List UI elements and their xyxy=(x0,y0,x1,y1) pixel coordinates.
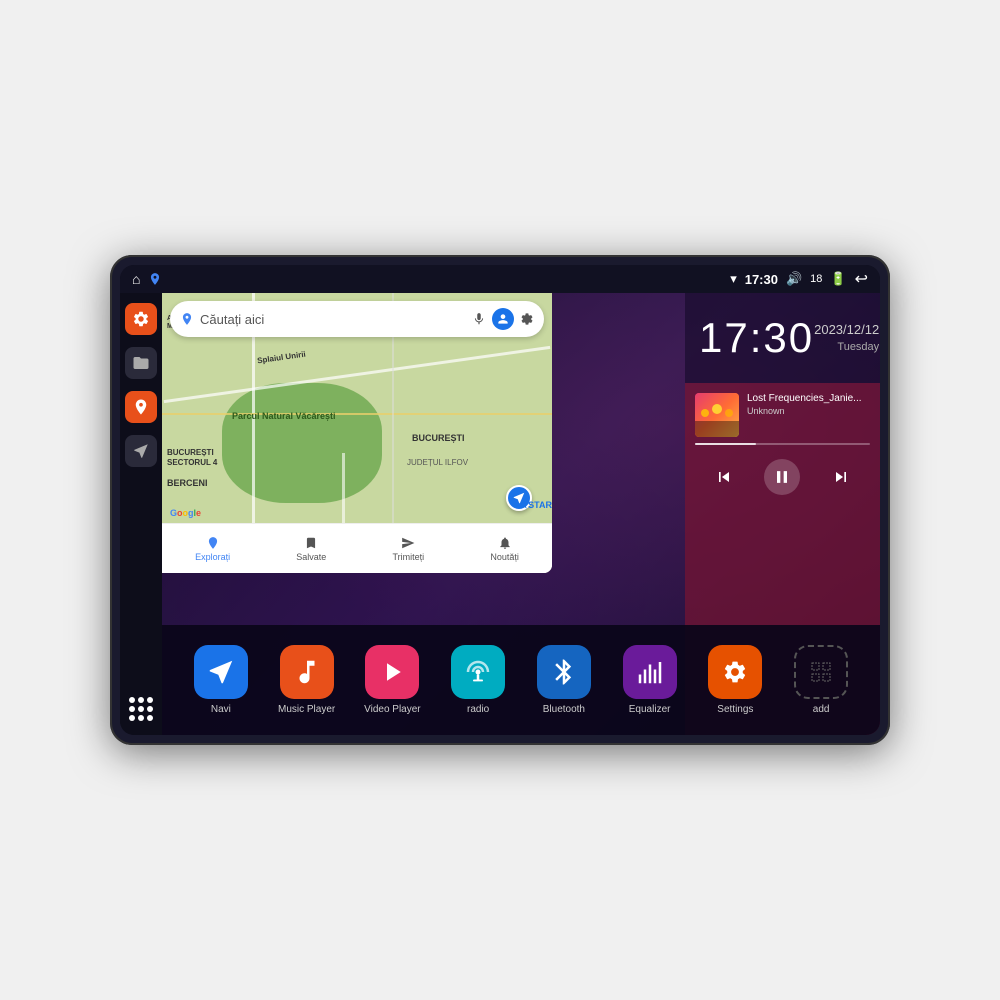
center-content: Splaiul Unirii AXIS PremiumMobility - Su… xyxy=(162,293,880,735)
map-search-text[interactable]: Căutați aici xyxy=(200,312,466,327)
app-label-settings: Settings xyxy=(717,704,753,715)
device-screen: ⌂ ▾ 17:30 🔊 18 🔋 ↩ xyxy=(120,265,880,735)
album-art-svg xyxy=(695,393,739,437)
music-progress-bar[interactable] xyxy=(695,443,870,445)
next-button[interactable] xyxy=(823,459,859,495)
music-progress-fill xyxy=(695,443,756,445)
settings-map-icon[interactable] xyxy=(520,312,534,326)
sidebar-nav-btn[interactable] xyxy=(125,435,157,467)
app-item-settings[interactable]: Settings xyxy=(705,645,765,715)
clock-weekday: Tuesday xyxy=(837,341,879,353)
status-bar: ⌂ ▾ 17:30 🔊 18 🔋 ↩ xyxy=(120,265,880,293)
app-icon-music xyxy=(280,645,334,699)
map-tab-noutati[interactable]: Noutăți xyxy=(490,536,519,562)
app-icon-equalizer xyxy=(623,645,677,699)
map-label-berceni: BERCENI xyxy=(167,478,208,488)
pause-button[interactable] xyxy=(764,459,800,495)
map-search-bar[interactable]: Căutați aici xyxy=(170,301,544,337)
map-tab-exploreaza[interactable]: Explorați xyxy=(195,536,230,562)
status-right: ▾ 17:30 🔊 18 🔋 ↩ xyxy=(730,269,868,289)
music-track-details: Lost Frequencies_Janie... Unknown xyxy=(747,393,870,416)
sidebar-dots-btn[interactable] xyxy=(125,693,157,725)
sidebar-settings-btn[interactable] xyxy=(125,303,157,335)
volume-icon[interactable]: 🔊 xyxy=(786,271,802,287)
battery-level: 18 xyxy=(810,273,822,285)
map-tab-salvate[interactable]: Salvate xyxy=(296,536,326,562)
app-icon-settings xyxy=(708,645,762,699)
app-icon-navi xyxy=(194,645,248,699)
sidebar-map-btn[interactable] xyxy=(125,391,157,423)
map-label-judet: JUDEȚUL ILFOV xyxy=(407,458,468,467)
map-status-icon[interactable] xyxy=(148,272,162,286)
app-item-add[interactable]: add xyxy=(791,645,851,715)
music-controls xyxy=(695,455,870,499)
clock-date: 2023/12/12 Tuesday xyxy=(814,322,879,355)
park-area xyxy=(222,383,382,503)
battery-icon: 🔋 xyxy=(830,271,846,287)
app-icon-bluetooth xyxy=(537,645,591,699)
map-bottom-tabs: Explorați Salvate Trimiteți Noutăți xyxy=(162,523,552,573)
music-track-name: Lost Frequencies_Janie... xyxy=(747,393,870,404)
music-artist: Unknown xyxy=(747,406,870,416)
app-label-video-player: Video Player xyxy=(364,704,421,715)
app-grid: Navi Music Player Video Player xyxy=(162,625,880,735)
clock-section: 17:30 2023/12/12 Tuesday xyxy=(685,293,880,383)
clock-time: 17:30 xyxy=(699,317,814,359)
status-time: 17:30 xyxy=(745,272,778,287)
app-label-music-player: Music Player xyxy=(278,704,335,715)
google-maps-icon xyxy=(180,312,194,326)
music-track-info: Lost Frequencies_Janie... Unknown xyxy=(695,393,870,437)
mic-icon[interactable] xyxy=(472,312,486,326)
map-label-park: Parcul Natural Văcărești xyxy=(232,411,336,421)
clock-date-day: 2023/12/12 xyxy=(814,322,879,337)
star-marker: ★STAR xyxy=(520,500,552,511)
app-item-video-player[interactable]: Video Player xyxy=(362,645,422,715)
main-area: Splaiul Unirii AXIS PremiumMobility - Su… xyxy=(120,293,880,735)
app-item-bluetooth[interactable]: Bluetooth xyxy=(534,645,594,715)
app-item-music-player[interactable]: Music Player xyxy=(277,645,337,715)
sidebar-folder-btn[interactable] xyxy=(125,347,157,379)
map-tab-trimiteti[interactable]: Trimiteți xyxy=(393,536,425,562)
app-icon-video xyxy=(365,645,419,699)
app-item-radio[interactable]: radio xyxy=(448,645,508,715)
app-item-navi[interactable]: Navi xyxy=(191,645,251,715)
signal-icon: ▾ xyxy=(730,271,737,287)
device-frame: ⌂ ▾ 17:30 🔊 18 🔋 ↩ xyxy=(110,255,890,745)
app-label-equalizer: Equalizer xyxy=(629,704,671,715)
road-label-splaiulunirii: Splaiul Unirii xyxy=(257,350,307,366)
account-icon[interactable] xyxy=(492,308,514,330)
home-icon[interactable]: ⌂ xyxy=(132,271,140,287)
app-item-equalizer[interactable]: Equalizer xyxy=(620,645,680,715)
map-label-bucuresti: BUCUREȘTI xyxy=(412,433,465,443)
prev-button[interactable] xyxy=(706,459,742,495)
app-label-radio: radio xyxy=(467,704,489,715)
app-label-add: add xyxy=(813,704,830,715)
map-container[interactable]: Splaiul Unirii AXIS PremiumMobility - Su… xyxy=(162,293,552,573)
music-album-art xyxy=(695,393,739,437)
back-icon[interactable]: ↩ xyxy=(855,269,868,289)
google-logo: Google xyxy=(170,508,201,518)
app-icon-radio xyxy=(451,645,505,699)
app-label-bluetooth: Bluetooth xyxy=(543,704,585,715)
app-icon-add xyxy=(794,645,848,699)
sidebar xyxy=(120,293,162,735)
map-label-sector4: BUCUREȘTISECTORUL 4 xyxy=(167,448,217,469)
app-label-navi: Navi xyxy=(211,704,231,715)
status-left: ⌂ xyxy=(132,271,162,287)
road-h2 xyxy=(162,413,552,415)
